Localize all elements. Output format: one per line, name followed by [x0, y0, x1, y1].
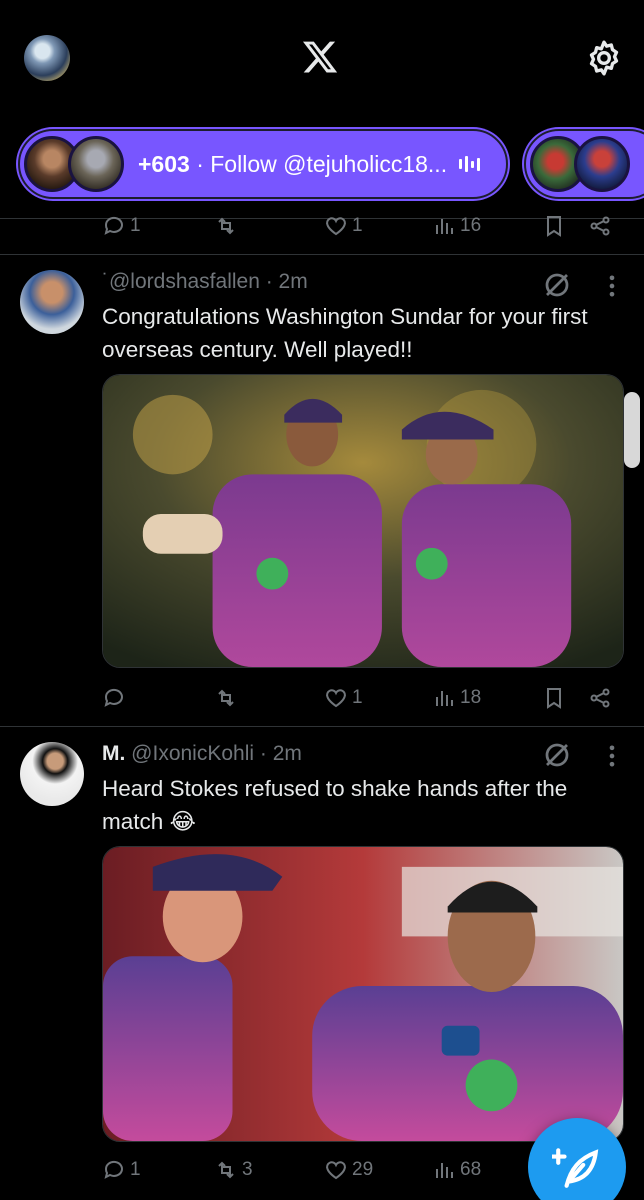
share-icon — [590, 688, 610, 708]
cricket-photo-image — [103, 847, 623, 1141]
live-audio-icon — [459, 156, 481, 172]
gear-icon[interactable] — [584, 38, 624, 78]
spaces-strip: +603 · Follow @tejuholicc18... + — [0, 118, 644, 214]
cricket-photo-image — [103, 375, 623, 667]
more-options-icon[interactable] — [602, 272, 622, 300]
grok-icon[interactable] — [542, 740, 572, 770]
tweet-image[interactable] — [102, 374, 624, 668]
reply-icon — [104, 1160, 123, 1179]
like-count: 29 — [352, 1159, 374, 1180]
views-icon — [436, 219, 453, 234]
tweet-time: · 2m — [259, 270, 308, 293]
share-button[interactable] — [588, 206, 612, 246]
tweet-image[interactable] — [102, 846, 624, 1142]
space-card[interactable]: +603 · Follow @tejuholicc18... — [18, 129, 508, 199]
bookmark-button[interactable] — [542, 206, 566, 246]
tweet-handle[interactable]: @IxonicKohli — [125, 742, 254, 765]
views-button[interactable]: 16 — [432, 206, 481, 246]
reply-icon — [104, 688, 123, 707]
tweet-actions: 1 18 — [102, 678, 622, 718]
share-button[interactable] — [588, 678, 612, 718]
bookmark-icon — [547, 688, 561, 709]
view-count: 68 — [460, 1159, 482, 1180]
repost-count: 3 — [242, 1159, 253, 1180]
repost-icon — [218, 1161, 234, 1179]
space-label: +603 · Follow @tejuholicc18... — [138, 151, 447, 178]
reply-button[interactable]: 1 — [102, 1150, 141, 1190]
tweet-display-name[interactable]: M. — [102, 742, 125, 765]
tweet-handle[interactable]: ˙@lordshasfallen — [102, 270, 260, 293]
profile-avatar[interactable] — [24, 35, 70, 81]
space-follow-text: · Follow @tejuholicc18... — [189, 150, 448, 177]
reply-count: 1 — [130, 215, 141, 236]
tweet-text: Heard Stokes refused to shake hands afte… — [102, 776, 568, 834]
space-host-avatar — [574, 136, 630, 192]
bookmark-icon — [547, 216, 561, 237]
like-button[interactable]: 1 — [324, 206, 363, 246]
space-card-secondary[interactable]: + — [524, 129, 644, 199]
grok-icon[interactable] — [542, 270, 572, 300]
views-button[interactable]: 18 — [432, 678, 481, 718]
previous-tweet-actions: 1 1 16 — [102, 206, 622, 246]
views-icon — [436, 691, 453, 706]
more-options-icon[interactable] — [602, 742, 622, 770]
like-button[interactable]: 1 — [324, 678, 363, 718]
space-host-avatars — [24, 133, 130, 195]
tweet-header: M. @IxonicKohli · 2m — [102, 742, 302, 766]
scrollbar-handle[interactable] — [624, 392, 640, 468]
heart-icon — [326, 217, 346, 236]
top-bar — [0, 0, 644, 118]
like-count: 1 — [352, 687, 363, 708]
reply-button[interactable] — [102, 678, 130, 718]
bookmark-button[interactable] — [542, 678, 566, 718]
repost-button[interactable]: 3 — [214, 1150, 253, 1190]
repost-button[interactable] — [214, 206, 238, 246]
views-button[interactable]: 68 — [432, 1150, 481, 1190]
reply-icon — [104, 216, 123, 235]
view-count: 16 — [460, 215, 482, 236]
share-icon — [590, 216, 610, 236]
like-count: 1 — [352, 215, 363, 236]
view-count: 18 — [460, 687, 482, 708]
compose-feather-icon — [552, 1148, 599, 1188]
reply-button[interactable]: 1 — [102, 206, 141, 246]
heart-icon — [326, 689, 346, 708]
tweet-text: Congratulations Washington Sundar for yo… — [102, 304, 588, 362]
views-icon — [436, 1163, 453, 1178]
tweet-author-avatar[interactable] — [20, 742, 84, 806]
x-logo-icon[interactable] — [300, 38, 340, 76]
repost-button[interactable] — [214, 678, 242, 718]
heart-icon — [326, 1161, 346, 1180]
tweet-author-avatar[interactable] — [20, 270, 84, 334]
tweet[interactable]: ˙@lordshasfallen · 2m Congratulations Wa… — [0, 254, 644, 726]
repost-icon — [218, 689, 234, 707]
reply-count: 1 — [130, 1159, 141, 1180]
like-button[interactable]: 29 — [324, 1150, 373, 1190]
tweet-header: ˙@lordshasfallen · 2m — [102, 270, 308, 294]
space-host-avatar — [68, 136, 124, 192]
space-host-avatars — [530, 133, 636, 195]
tweet-time: · 2m — [254, 742, 302, 765]
space-listener-count: +603 — [138, 150, 190, 177]
repost-icon — [218, 217, 234, 235]
